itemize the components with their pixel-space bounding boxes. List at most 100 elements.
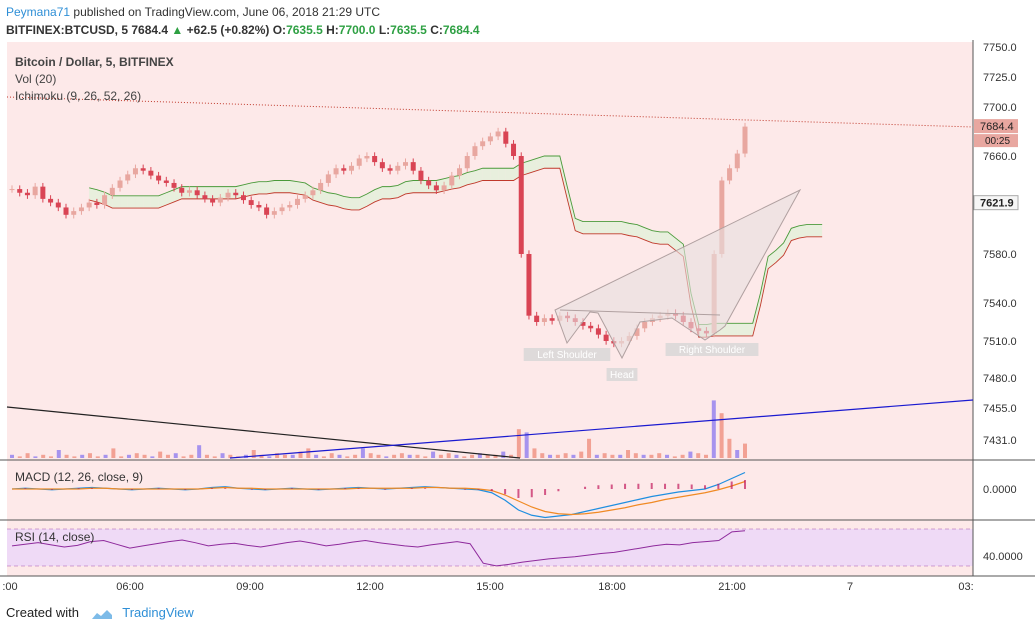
volume-bar xyxy=(64,454,69,458)
volume-bar xyxy=(532,448,537,458)
volume-bar xyxy=(555,454,560,458)
candle-body xyxy=(287,205,293,208)
tradingview-brand-link[interactable]: TradingView xyxy=(122,605,194,620)
price-axis-labels: 7750.0 7725.0 7700.0 7660.0 7580.0 7540.0 7510… xyxy=(973,42,1023,563)
macd-histogram-bar xyxy=(250,489,253,490)
price-tick: 7540.0 xyxy=(983,298,1017,310)
macd-histogram-bar xyxy=(477,489,480,490)
volume-bar xyxy=(384,456,389,458)
cloud-segment xyxy=(737,323,745,336)
volume-bar xyxy=(680,454,685,458)
volume-bar xyxy=(353,454,358,458)
macd-histogram-bar xyxy=(690,484,693,489)
candle-body xyxy=(117,180,123,188)
volume-bar xyxy=(321,456,326,458)
volume-bar xyxy=(126,454,131,458)
symbol-label: BITFINEX:BTCUSD, 5 xyxy=(6,23,129,37)
candle-body xyxy=(125,174,131,181)
candle-body xyxy=(372,156,378,163)
volume-bar xyxy=(95,456,100,458)
candle-body xyxy=(356,158,362,166)
macd-histogram-bar xyxy=(157,488,160,489)
candle-body xyxy=(588,325,594,329)
volume-bar xyxy=(516,429,521,458)
candle-body xyxy=(86,202,92,208)
macd-histogram-bar xyxy=(597,485,600,489)
author-link[interactable]: Peymana71 xyxy=(6,5,70,19)
candle-body xyxy=(595,328,601,335)
candle-body xyxy=(518,156,524,254)
candle-body xyxy=(403,162,409,166)
candle-body xyxy=(17,189,23,193)
candle-body xyxy=(233,192,239,196)
cloud-segment xyxy=(258,181,267,194)
volume-bar xyxy=(204,454,209,458)
macd-histogram-bar xyxy=(504,489,507,495)
candle-body xyxy=(179,187,185,193)
candle-body xyxy=(333,168,339,175)
macd-histogram-bar xyxy=(544,489,547,495)
cloud-segment xyxy=(282,180,290,193)
price-tick: 7510.0 xyxy=(983,336,1017,348)
volume-bar xyxy=(111,448,116,458)
cloud-segment xyxy=(505,168,514,181)
cloud-segment xyxy=(745,323,753,336)
price-tick: 7455.0 xyxy=(983,403,1017,415)
cloud-segment xyxy=(243,182,252,198)
candle-body xyxy=(642,322,648,329)
volume-bar xyxy=(548,454,553,458)
macd-histogram-bar xyxy=(224,488,227,489)
candle-body xyxy=(457,168,463,176)
candle-body xyxy=(148,170,154,176)
price-tick: 7725.0 xyxy=(983,72,1017,84)
cloud-segment xyxy=(544,156,553,169)
high-label: H: xyxy=(326,23,339,37)
cloud-segment xyxy=(660,231,668,245)
cloud-segment xyxy=(150,195,159,209)
candle-body xyxy=(32,186,38,196)
candle-body xyxy=(248,200,254,205)
candle-body xyxy=(140,168,146,171)
candle-body xyxy=(503,131,509,144)
volume-bar xyxy=(17,456,22,458)
volume-bar xyxy=(25,453,30,458)
volume-bar xyxy=(657,453,662,458)
created-with-label: Created with xyxy=(6,605,79,620)
volume-bar xyxy=(181,456,186,458)
pattern-label: Left Shoulder xyxy=(537,350,597,361)
volume-bar xyxy=(41,454,46,458)
candle-body xyxy=(279,207,285,212)
time-tick: :00 xyxy=(2,581,17,593)
volume-bar xyxy=(56,450,61,458)
candle-body xyxy=(24,192,30,196)
price-tick: 7580.0 xyxy=(983,249,1017,261)
volume-bar xyxy=(563,453,568,458)
macd-legend: MACD (12, 26, close, 9) xyxy=(15,470,144,484)
candle-body xyxy=(341,168,347,171)
cloud-segment xyxy=(405,180,414,194)
candle-body xyxy=(156,175,162,181)
volume-bar xyxy=(649,454,654,458)
candle-body xyxy=(364,156,370,159)
tradingview-logo-icon xyxy=(91,608,113,620)
volume-bar xyxy=(594,454,599,458)
cloud-segment xyxy=(212,186,221,199)
cloud-segment xyxy=(806,224,815,237)
rsi-40-tick: 40.0000 xyxy=(983,551,1023,563)
macd-histogram-bar xyxy=(24,488,27,489)
published-text: published on TradingView.com, June 06, 2… xyxy=(73,5,381,19)
cloud-segment xyxy=(606,221,614,234)
candle-body xyxy=(55,202,61,208)
chart-canvas[interactable]: 7750.0 7725.0 7700.0 7660.0 7580.0 7540.0 7510… xyxy=(0,40,1035,596)
volume-bar xyxy=(376,454,381,458)
candle-body xyxy=(186,190,192,193)
cloud-segment xyxy=(814,224,823,237)
volume-bar xyxy=(446,453,451,458)
volume-bar xyxy=(220,453,225,458)
cloud-segment xyxy=(112,195,121,209)
volume-bar xyxy=(602,453,607,458)
macd-histogram-bar xyxy=(517,489,520,498)
time-tick: 18:00 xyxy=(598,581,626,593)
cloud-segment xyxy=(89,187,97,202)
macd-histogram-bar xyxy=(584,486,587,489)
